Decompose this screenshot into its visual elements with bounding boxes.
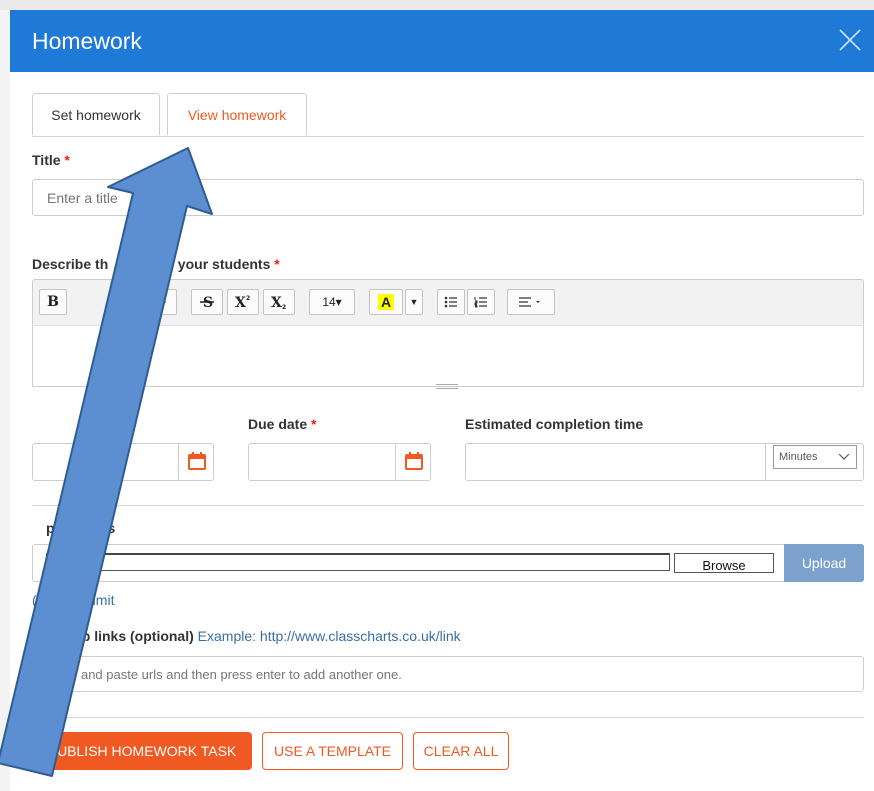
numbered-list-button[interactable] — [467, 289, 495, 315]
svg-text:X: X — [271, 295, 282, 310]
svg-text:2: 2 — [246, 295, 250, 302]
clear-all-button[interactable]: CLEAR ALL — [413, 732, 509, 770]
dialog-title: Homework — [32, 28, 142, 54]
publish-homework-button[interactable]: PUBLISH HOMEWORK TASK — [32, 732, 252, 770]
resize-grip[interactable] — [436, 384, 458, 389]
web-links-label-row: Add web links (optional) Example: http:/… — [32, 628, 461, 644]
issue-date-value: 8/2017 — [83, 454, 126, 470]
issue-date-calendar-button[interactable] — [178, 443, 214, 481]
upload-button[interactable]: Upload — [784, 544, 864, 582]
title-label: Title * — [32, 152, 70, 168]
editor-toolbar: B S X2 X2 14▾ A ▼ — [32, 279, 864, 325]
dialog-header: Homework — [10, 10, 874, 72]
actions-divider — [32, 717, 864, 718]
top-strip — [0, 0, 874, 10]
numbered-list-icon — [474, 297, 487, 308]
strikethrough-icon: S — [200, 295, 214, 311]
subscript-icon: X2 — [271, 295, 286, 311]
align-icon — [519, 297, 540, 307]
tab-set-homework[interactable]: Set homework — [32, 93, 160, 135]
web-links-example: Example: http://www.classcharts.co.uk/li… — [197, 628, 461, 644]
description-label: Describe th for your students * — [32, 256, 280, 272]
web-links-input[interactable] — [32, 656, 864, 692]
bullet-list-button[interactable] — [437, 289, 465, 315]
upload-label: pload files — [46, 520, 116, 536]
text-color-button[interactable]: A — [369, 289, 403, 315]
issue-date-label: ate * — [88, 416, 118, 432]
close-icon[interactable] — [836, 26, 864, 54]
due-date-label: Due date * — [248, 416, 317, 432]
time-separator — [765, 443, 766, 481]
bold-button[interactable]: B — [39, 289, 67, 315]
svg-text:2: 2 — [282, 304, 286, 310]
due-date-calendar-button[interactable] — [395, 443, 431, 481]
strikethrough-button[interactable]: S — [191, 289, 223, 315]
use-template-button[interactable]: USE A TEMPLATE — [262, 732, 403, 770]
browse-button[interactable]: Browse — [674, 553, 774, 573]
tab-view-homework[interactable]: View homework — [167, 93, 307, 135]
description-editor[interactable] — [32, 325, 864, 387]
calendar-icon — [188, 452, 206, 470]
title-input[interactable] — [32, 179, 864, 216]
time-unit-select[interactable]: Minutes — [773, 445, 857, 469]
superscript-icon: X2 — [235, 295, 250, 311]
eraser-button[interactable] — [145, 289, 177, 315]
upload-limit: (250MB) limit — [32, 592, 115, 608]
chevron-down-icon — [838, 453, 850, 460]
subscript-button[interactable]: X2 — [263, 289, 295, 315]
text-color-dropdown[interactable]: ▼ — [405, 289, 423, 315]
align-dropdown[interactable] — [507, 289, 555, 315]
file-path-field[interactable] — [46, 553, 670, 571]
web-links-label: Add web links (optional) — [32, 628, 194, 644]
calendar-icon — [405, 452, 423, 470]
estimated-time-label: Estimated completion time — [465, 416, 644, 432]
eraser-icon — [156, 298, 166, 306]
font-size-dropdown[interactable]: 14▾ — [309, 289, 355, 315]
bullet-list-icon — [444, 296, 457, 308]
superscript-button[interactable]: X2 — [227, 289, 259, 315]
tab-underline — [32, 136, 864, 137]
svg-text:X: X — [235, 295, 246, 310]
text-color-icon: A — [377, 294, 395, 310]
section-divider — [32, 505, 864, 506]
